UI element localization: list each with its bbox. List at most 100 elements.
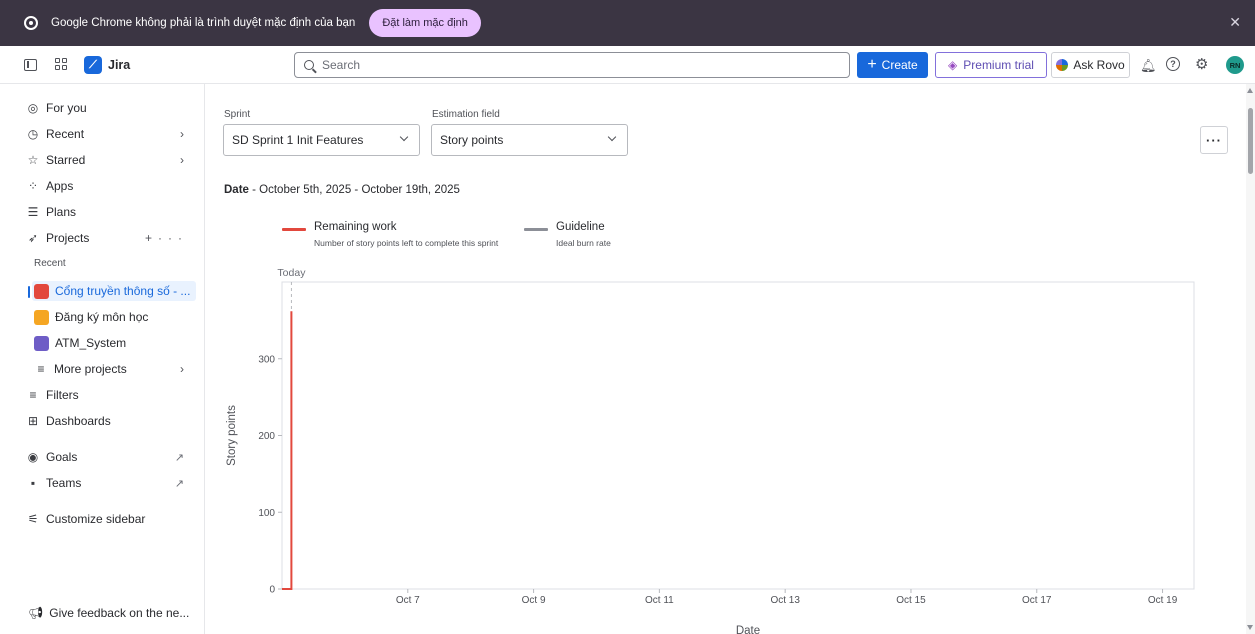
list-icon: ≡ xyxy=(37,362,45,376)
banner-message: Google Chrome không phải là trình duyệt … xyxy=(51,17,356,29)
recent-projects-label: Recent xyxy=(34,258,66,269)
y-axis-label: Story points xyxy=(226,405,238,466)
megaphone-icon: 📢︎ xyxy=(28,606,44,620)
top-navigation: ⟋ Jira + Create ◈ Premium trial Ask Rovo… xyxy=(0,46,1255,84)
feedback-link[interactable]: 📢︎ Give feedback on the ne... xyxy=(28,606,189,620)
teams-icon: ▪ xyxy=(30,476,36,490)
sidebar-item-projects[interactable]: ➶ Projects +··· xyxy=(26,228,196,248)
sidebar-item-customize[interactable]: ⚟ Customize sidebar xyxy=(26,509,196,529)
sidebar-item-filters[interactable]: ≡ Filters xyxy=(26,385,196,405)
page-scrollbar[interactable] xyxy=(1246,84,1255,634)
today-label: Today xyxy=(277,267,306,279)
search-icon xyxy=(304,60,314,70)
person-circle-icon: ◎ xyxy=(27,101,39,115)
x-tick-label: Oct 13 xyxy=(770,595,800,606)
sidebar-item-more-projects[interactable]: ≡ More projects › xyxy=(34,359,196,379)
project-label: ATM_System xyxy=(55,336,127,350)
x-tick-label: Oct 19 xyxy=(1148,595,1178,606)
sidebar-item-label: Starred xyxy=(46,153,86,167)
y-tick-label: 100 xyxy=(258,508,275,519)
app-name[interactable]: Jira xyxy=(108,58,130,72)
sidebar-item-goals[interactable]: ◉ Goals ↗ xyxy=(26,447,196,467)
project-label: Đăng ký môn học xyxy=(55,310,149,324)
rovo-label: Ask Rovo xyxy=(1073,58,1125,72)
x-tick-label: Oct 11 xyxy=(645,595,674,606)
avatar[interactable]: RN xyxy=(1226,56,1244,74)
close-icon[interactable]: ✕ xyxy=(1229,14,1241,31)
dashboard-icon: ⊞ xyxy=(27,414,39,428)
sidebar-item-label: Customize sidebar xyxy=(46,512,146,526)
ask-rovo-button[interactable]: Ask Rovo xyxy=(1051,52,1130,78)
sidebar-item-recent[interactable]: ◷ Recent › xyxy=(26,124,196,144)
default-browser-banner: Google Chrome không phải là trình duyệt … xyxy=(0,0,1255,46)
burndown-chart: Today 0 100 200 300 Oct 7 Oct 9 Oct 11 Oct 13 Oct… xyxy=(226,267,1195,634)
y-tick-label: 200 xyxy=(258,431,275,442)
sidebar-item-apps[interactable]: ⁘ Apps xyxy=(26,176,196,196)
premium-label: Premium trial xyxy=(963,58,1034,72)
scroll-up-icon[interactable] xyxy=(1247,88,1253,93)
rocket-icon: ➶ xyxy=(27,231,39,245)
sidebar-item-label: Apps xyxy=(46,179,74,193)
sidebar-item-starred[interactable]: ☆ Starred › xyxy=(26,150,196,170)
apps-icon: ⁘ xyxy=(27,179,39,193)
sidebar-item-label: More projects xyxy=(54,362,127,376)
sidebar-item-label: Recent xyxy=(46,127,85,141)
set-default-button[interactable]: Đặt làm mặc định xyxy=(369,9,481,37)
plot-area xyxy=(281,281,1195,590)
premium-trial-button[interactable]: ◈ Premium trial xyxy=(935,52,1047,78)
gear-icon[interactable]: ⚙ xyxy=(1195,55,1208,73)
app-switcher-icon[interactable] xyxy=(55,58,67,70)
sidebar-item-teams[interactable]: ▪ Teams ↗ xyxy=(26,473,196,493)
sidebar-item-label: Plans xyxy=(46,205,77,219)
chevron-right-icon[interactable]: › xyxy=(180,153,184,167)
sidebar-item-label: Filters xyxy=(46,388,79,402)
y-tick-label: 300 xyxy=(258,354,275,365)
chevron-right-icon[interactable]: › xyxy=(180,362,184,376)
help-icon[interactable]: ? xyxy=(1166,57,1180,71)
rovo-icon xyxy=(1056,59,1069,71)
burndown-report: Sprint SD Sprint 1 Init Features Estimat… xyxy=(206,84,1246,634)
customize-icon: ⚟ xyxy=(27,512,39,526)
clock-icon: ◷ xyxy=(27,127,39,141)
bell-icon[interactable]: 🔔︎ xyxy=(1140,58,1157,74)
x-tick-label: Oct 15 xyxy=(896,595,926,606)
sidebar-item-label: Teams xyxy=(46,476,82,490)
scroll-down-icon[interactable] xyxy=(1247,625,1253,630)
x-axis-label: Date xyxy=(736,625,760,634)
x-tick-label: Oct 7 xyxy=(396,595,420,606)
search-input[interactable] xyxy=(322,58,822,72)
chevron-right-icon[interactable]: › xyxy=(180,127,184,141)
create-button[interactable]: + Create xyxy=(857,52,928,78)
selected-indicator xyxy=(28,286,30,298)
sidebar-project-dang-ky-mon-hoc[interactable]: Đăng ký môn học xyxy=(34,307,204,327)
add-project-icon[interactable]: +··· xyxy=(145,231,188,245)
jira-logo-icon[interactable]: ⟋ xyxy=(84,56,102,74)
sidebar-item-dashboards[interactable]: ⊞ Dashboards xyxy=(26,411,196,431)
x-tick-label: Oct 17 xyxy=(1022,595,1052,606)
goals-icon: ◉ xyxy=(27,450,39,464)
sidebar-item-label: For you xyxy=(46,101,87,115)
chrome-icon xyxy=(24,16,38,30)
project-icon xyxy=(34,335,49,351)
external-link-icon: ↗ xyxy=(174,477,184,490)
external-link-icon: ↗ xyxy=(174,451,184,464)
y-tick-label: 0 xyxy=(269,585,275,596)
star-icon: ☆ xyxy=(27,153,39,167)
project-label: Cổng truyền thông số - ... xyxy=(55,284,191,298)
sidebar-item-for-you[interactable]: ◎ For you xyxy=(26,98,196,118)
sidebar: ◎ For you ◷ Recent › ☆ Starred › ⁘ Apps … xyxy=(0,84,205,634)
create-label: Create xyxy=(881,58,918,72)
sidebar-item-label: Dashboards xyxy=(46,414,111,428)
sidebar-item-label: Goals xyxy=(46,450,78,464)
filter-icon: ≡ xyxy=(29,388,37,402)
plus-icon: + xyxy=(867,56,877,73)
feedback-label: Give feedback on the ne... xyxy=(49,606,190,620)
gem-icon: ◈ xyxy=(948,58,958,72)
sidebar-item-plans[interactable]: ☰ Plans xyxy=(26,202,196,222)
scroll-thumb[interactable] xyxy=(1248,108,1253,174)
search-box[interactable] xyxy=(294,52,850,78)
sidebar-toggle-icon[interactable] xyxy=(24,59,37,71)
sidebar-project-atm-system[interactable]: ATM_System xyxy=(34,333,204,353)
sidebar-project-cong-truyen-thong[interactable]: Cổng truyền thông số - ... xyxy=(32,281,196,301)
project-icon xyxy=(34,309,49,325)
